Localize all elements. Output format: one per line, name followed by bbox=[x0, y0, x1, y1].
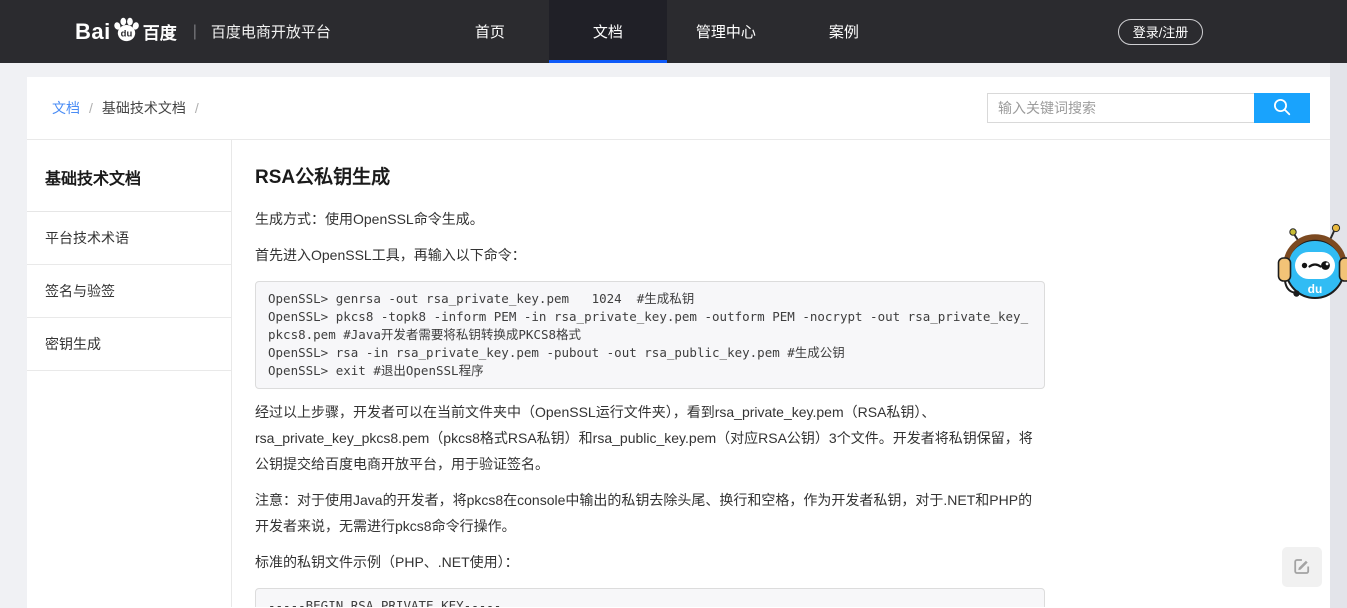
logo-text-du: du bbox=[120, 28, 132, 39]
breadcrumb-separator: / bbox=[89, 100, 93, 116]
breadcrumb-separator: / bbox=[195, 100, 199, 116]
page-container: 文档 / 基础技术文档 / 基础技术文档 平台技术术语 签名与验签 密钥生成 bbox=[27, 77, 1330, 608]
baidu-logo[interactable]: Bai du 百度 | 百度电商开放平台 bbox=[75, 19, 331, 45]
logo-divider: | bbox=[193, 23, 197, 41]
sidebar: 基础技术文档 平台技术术语 签名与验签 密钥生成 bbox=[27, 140, 232, 607]
code-line: OpenSSL> genrsa -out rsa_private_key.pem… bbox=[268, 290, 1032, 308]
scrollbar-track[interactable] bbox=[1330, 63, 1347, 608]
logo-text-bai: Bai bbox=[75, 19, 111, 45]
paragraph-generation-method: 生成方式：使用OpenSSL命令生成。 bbox=[255, 206, 1045, 232]
login-register-button[interactable]: 登录/注册 bbox=[1118, 19, 1203, 45]
sidebar-header-basic-docs[interactable]: 基础技术文档 bbox=[27, 140, 231, 212]
paragraph-key-example-label: 标准的私钥文件示例（PHP、.NET使用）： bbox=[255, 549, 1045, 575]
doc-content: RSA公私钥生成 生成方式：使用OpenSSL命令生成。 首先进入OpenSSL… bbox=[232, 140, 1330, 607]
feedback-edit-button[interactable] bbox=[1282, 547, 1322, 587]
paragraph-java-note: 注意：对于使用Java的开发者，将pkcs8在console中输出的私钥去除头尾… bbox=[255, 487, 1045, 539]
nav-item-docs[interactable]: 文档 bbox=[549, 0, 667, 63]
logo-product-name: 百度电商开放平台 bbox=[211, 21, 331, 42]
code-line: OpenSSL> pkcs8 -topk8 -inform PEM -in rs… bbox=[268, 308, 1032, 344]
nav-item-cases[interactable]: 案例 bbox=[785, 0, 903, 63]
main-nav: 首页 文档 管理中心 案例 bbox=[431, 0, 903, 63]
search-input[interactable] bbox=[987, 93, 1254, 123]
code-line: -----BEGIN RSA PRIVATE KEY----- bbox=[268, 597, 1032, 607]
sidebar-item-sign-verify[interactable]: 签名与验签 bbox=[27, 265, 231, 318]
breadcrumb-docs-link[interactable]: 文档 bbox=[52, 98, 80, 118]
logo-text-cn: 百度 bbox=[143, 19, 177, 44]
breadcrumb-row: 文档 / 基础技术文档 / bbox=[27, 77, 1330, 140]
top-navbar: Bai du 百度 | 百度电商开放平台 首页 文档 管理中心 案例 登录/注册 bbox=[0, 0, 1347, 63]
nav-item-home[interactable]: 首页 bbox=[431, 0, 549, 63]
paragraph-openssl-intro: 首先进入OpenSSL工具，再输入以下命令： bbox=[255, 242, 1045, 268]
doc-body: 基础技术文档 平台技术术语 签名与验签 密钥生成 RSA公私钥生成 生成方式：使… bbox=[27, 140, 1330, 607]
sidebar-item-platform-terms[interactable]: 平台技术术语 bbox=[27, 212, 231, 265]
breadcrumb: 文档 / 基础技术文档 / bbox=[52, 98, 208, 118]
code-line: OpenSSL> rsa -in rsa_private_key.pem -pu… bbox=[268, 344, 1032, 362]
search-button[interactable] bbox=[1254, 93, 1310, 123]
code-block-openssl-commands: OpenSSL> genrsa -out rsa_private_key.pem… bbox=[255, 281, 1045, 389]
code-line: OpenSSL> exit #退出OpenSSL程序 bbox=[268, 362, 1032, 380]
search-bar bbox=[987, 93, 1310, 123]
nav-item-console[interactable]: 管理中心 bbox=[667, 0, 785, 63]
edit-icon bbox=[1292, 556, 1312, 579]
paragraph-result-files: 经过以上步骤，开发者可以在当前文件夹中（OpenSSL运行文件夹），看到rsa_… bbox=[255, 399, 1045, 477]
mascot-du-label: du bbox=[1308, 282, 1323, 296]
page-title: RSA公私钥生成 bbox=[255, 166, 1045, 190]
baidu-paw-icon: du bbox=[112, 17, 141, 41]
du-robot-mascot[interactable]: du bbox=[1277, 221, 1347, 301]
sidebar-item-key-generation[interactable]: 密钥生成 bbox=[27, 318, 231, 371]
breadcrumb-current-section: 基础技术文档 bbox=[102, 98, 186, 118]
code-block-private-key-example: -----BEGIN RSA PRIVATE KEY----- MIICXQIB… bbox=[255, 588, 1045, 607]
search-icon bbox=[1271, 96, 1293, 121]
